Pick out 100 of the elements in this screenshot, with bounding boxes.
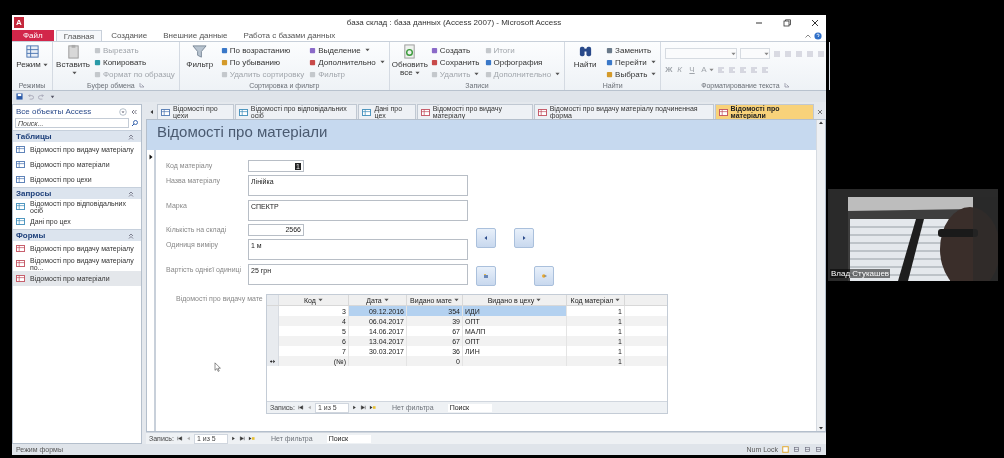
form-title: Відомості про матеріали [157,123,328,142]
window-title: база склад : база данных (Access 2007) - Microsoft Access [345,18,563,27]
font-size-combo[interactable] [740,48,771,59]
ribbon-tab[interactable]: Работа с базами данных [236,30,343,41]
file-tab[interactable]: Файл [12,30,54,41]
caret-icon [650,60,656,64]
next-record-icon[interactable] [350,404,358,411]
align-icon[interactable] [760,65,769,74]
form-icon [16,275,25,282]
undo-icon[interactable] [27,93,34,100]
ribbon-button[interactable]: Обновить все [393,44,426,77]
query-icon [362,108,372,116]
list-format-icon[interactable] [806,49,815,58]
scroll-up-icon[interactable] [818,120,824,126]
navigation-pane-title: Все объекты Access [16,107,92,116]
list-format-icon[interactable] [773,49,782,58]
new-record-icon[interactable] [247,435,255,442]
ribbon-button[interactable]: Выбрать [606,69,657,79]
ribbon-tab[interactable]: Внешние данные [156,30,235,41]
ribbon-button[interactable]: Выделение [309,45,385,55]
view-icon[interactable] [793,446,800,453]
view-icon[interactable] [804,446,811,453]
new-record-icon[interactable] [368,404,376,411]
chevron-icon[interactable] [127,231,135,240]
caret-icon [383,298,389,302]
caret-icon [364,48,370,52]
collapse-pane-icon[interactable] [130,107,138,116]
form-icon [537,108,547,116]
ribbon-button[interactable]: Фильтр [183,44,216,69]
ribbon-button[interactable]: Сохранить [430,57,480,67]
caret-icon [474,72,480,76]
chevron-icon[interactable] [127,189,135,198]
help-icon[interactable] [814,31,822,40]
list-format-icon[interactable] [817,49,826,58]
navigation-group-header[interactable]: Запросы [13,187,141,199]
new-record-selector[interactable] [267,356,279,366]
save-icon[interactable] [16,93,23,100]
next-record-icon[interactable] [229,435,237,442]
ribbon-button[interactable]: По убыванию [220,57,305,67]
navigation-group-header[interactable]: Формы [13,229,141,241]
close-icon[interactable] [810,17,820,28]
caret-icon [42,63,48,67]
list-format-icon[interactable] [784,49,793,58]
ribbon-button[interactable]: Копировать [94,57,175,67]
ribbon-button[interactable]: Перейти [606,57,657,67]
restore-icon[interactable] [782,17,792,28]
binoculars-icon [577,44,593,59]
query-icon [16,218,25,225]
refresh-icon [402,44,418,59]
vertical-scrollbar[interactable] [816,120,825,431]
search-icon[interactable] [131,119,139,127]
app-logo: A [14,17,24,28]
align-icon[interactable] [716,65,725,74]
navigation-group-header[interactable]: Таблицы [13,130,141,142]
ribbon-tab[interactable]: Создание [104,30,155,41]
select-all-corner[interactable] [267,295,279,305]
ribbon-button[interactable]: Орфография [484,57,561,67]
caret-icon [731,51,737,56]
list-format-icon[interactable] [795,49,804,58]
add-record-button[interactable] [476,266,496,286]
ribbon-button[interactable]: Вставить [57,44,89,77]
last-record-icon[interactable] [359,404,367,411]
table-icon [16,161,25,168]
caret-icon [651,72,657,76]
ribbon-button[interactable]: Дополнительно [309,57,385,67]
previous-record-button[interactable] [476,228,496,248]
align-icon[interactable] [749,65,758,74]
align-icon[interactable] [727,65,736,74]
caret-icon [708,67,714,72]
participant-name: Влад Стукашев [830,269,891,278]
record-selector[interactable] [147,150,156,431]
first-record-icon[interactable] [175,435,183,442]
ribbon-button[interactable]: Заменить [606,45,657,55]
table-icon [16,176,25,183]
caret-icon [379,60,385,64]
last-record-icon[interactable] [238,435,246,442]
form-view-icon[interactable] [782,446,789,453]
next-record-button[interactable] [514,228,534,248]
align-icon[interactable] [738,65,747,74]
customize-toolbar-icon[interactable] [49,93,56,100]
view-icon[interactable] [815,446,822,453]
ribbon-button[interactable]: Найти [569,44,602,69]
form-icon [718,108,728,116]
ribbon-button[interactable]: Создать [430,45,480,55]
dialog-launcher-icon[interactable] [783,82,790,88]
redo-icon[interactable] [38,93,45,100]
dropdown-icon[interactable] [119,107,127,116]
record-selector[interactable] [267,306,279,316]
ribbon-button[interactable]: По возрастанию [220,45,305,55]
funnel-icon [192,44,208,59]
new-record-icon [269,358,276,364]
ribbon-button[interactable]: Режим [16,44,48,69]
first-record-icon[interactable] [296,404,304,411]
dialog-launcher-icon[interactable] [138,82,145,88]
chevron-icon[interactable] [127,132,135,141]
clipboard-icon [65,44,81,59]
font-name-combo[interactable] [665,48,738,59]
scroll-tabs-icon[interactable] [148,107,156,116]
exit-icon [541,273,547,279]
close-form-button[interactable] [534,266,554,286]
